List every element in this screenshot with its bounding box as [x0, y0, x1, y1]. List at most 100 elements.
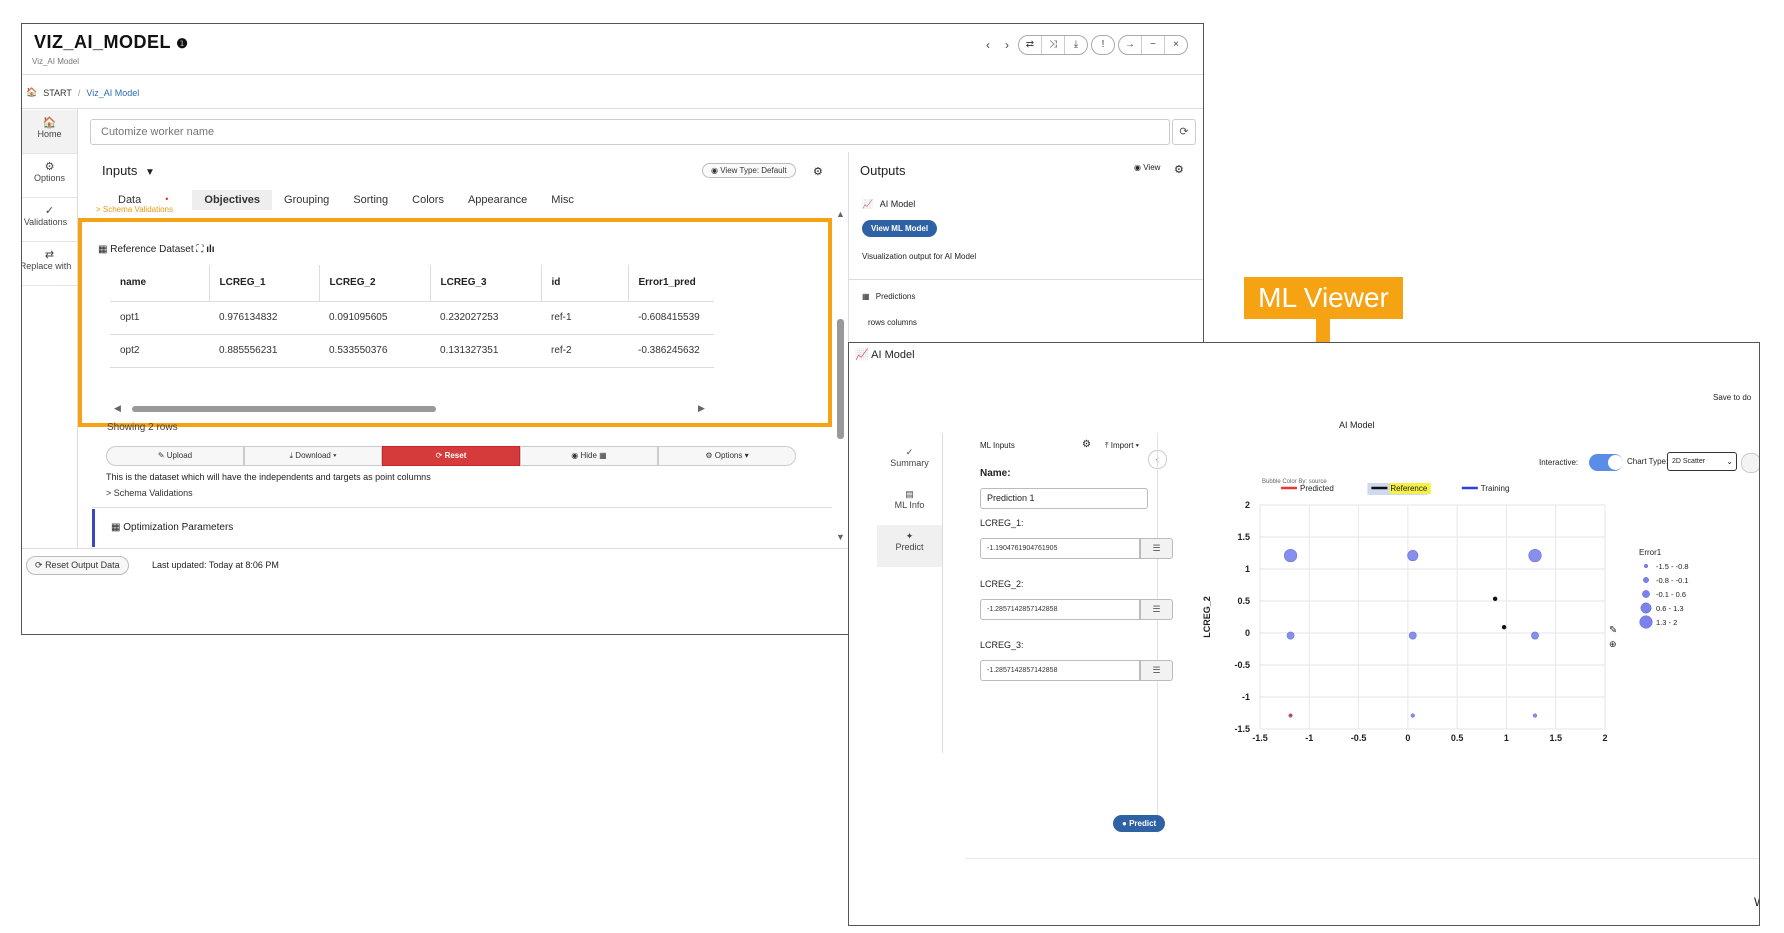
view-ml-model-button[interactable]: View ML Model [862, 220, 938, 237]
lcreg1-label: LCREG_1: [980, 518, 1024, 528]
download-button[interactable]: ⤓ Download ▾ [244, 446, 382, 466]
chevron-down-icon: ⌄ [1726, 457, 1733, 466]
hide-button[interactable]: ◉ Hide ▦ [520, 446, 658, 466]
gear-icon[interactable]: ⚙ [1174, 163, 1184, 176]
scroll-up-icon[interactable]: ▲ [836, 209, 845, 219]
forward-icon[interactable]: › [999, 38, 1015, 52]
reset-button[interactable]: ⟳ Reset [382, 446, 520, 466]
lcreg3-input[interactable]: -1.2857142857142858 [980, 660, 1140, 681]
nav-options[interactable]: ⚙ Options [22, 154, 77, 198]
tab-grouping[interactable]: Grouping [272, 190, 341, 210]
nav-validations[interactable]: ✓ Validations [22, 198, 77, 242]
tab-objectives[interactable]: Objectives [192, 190, 273, 210]
lcreg2-input[interactable]: -1.2857142857142858 [980, 599, 1140, 620]
nav-ml-info[interactable]: ▤ ML Info [877, 483, 942, 525]
check-icon: ✓ [905, 447, 914, 457]
scatter-point[interactable] [1532, 713, 1538, 718]
size-legend-title: Error1 [1639, 548, 1662, 557]
scatter-point[interactable] [1283, 548, 1298, 563]
scatter-point[interactable] [1410, 713, 1415, 718]
predictions-label: Predictions [875, 292, 916, 301]
back-icon[interactable]: ‹ [980, 38, 996, 52]
scatter-point[interactable] [1531, 631, 1539, 640]
legend-label[interactable]: Training [1481, 484, 1510, 493]
tab-misc[interactable]: Misc [539, 190, 586, 210]
info-icon[interactable]: ❶ [176, 36, 188, 51]
interactive-toggle[interactable] [1589, 454, 1623, 471]
predict-button[interactable]: ● Predict [1113, 815, 1166, 832]
scatter-chart[interactable]: Predicted Reference Training -1.5 -1 -0.5 0 0.5… [1149, 483, 1760, 753]
minimize-icon[interactable]: − [1142, 36, 1165, 54]
download-icon[interactable]: ⤓ [1065, 36, 1087, 54]
scatter-point[interactable] [1408, 631, 1417, 640]
ai-model-output[interactable]: 📈 AI Model [862, 199, 915, 210]
nav-summary[interactable]: ✓ Summary [877, 441, 942, 483]
zoom-icon[interactable]: ⊕ [1609, 639, 1617, 649]
scatter-point[interactable] [1501, 624, 1507, 630]
import-button[interactable]: ⤒ Import ▾ [1105, 441, 1139, 451]
inputs-title-text: Inputs [102, 163, 138, 178]
nav-predict[interactable]: ✦ Predict [877, 525, 942, 567]
view-button[interactable]: ◉ View [1134, 163, 1160, 172]
view-type-button[interactable]: ◉ View Type: Default [702, 163, 796, 178]
reset-output-data-button[interactable]: ⟳ Reset Output Data [26, 556, 129, 575]
breadcrumb-home[interactable]: START [43, 88, 72, 98]
home-icon: 🏠 [42, 117, 57, 129]
refresh-icon: ⟳ [35, 560, 43, 570]
tab-sorting[interactable]: Sorting [341, 190, 400, 210]
scatter-point[interactable] [1528, 548, 1542, 563]
alert-icon[interactable]: ! [1092, 36, 1114, 54]
refresh-icon: ⟳ [1179, 126, 1189, 138]
predict-label: Predict [1129, 819, 1157, 828]
worker-name-input[interactable] [90, 119, 1170, 145]
scatter-point[interactable] [1289, 713, 1293, 717]
scatter-point[interactable] [1407, 550, 1419, 562]
upload-button[interactable]: ✎ Upload [106, 446, 244, 466]
legend-label[interactable]: Reference [1390, 484, 1427, 493]
btn-label: Hide ▦ [580, 451, 607, 460]
arrow-right-icon[interactable]: → [1119, 36, 1142, 54]
ml-nav: ✓ Summary ▤ ML Info ✦ Predict [877, 441, 942, 567]
nav-replace-with[interactable]: ⇄ Replace with [22, 242, 77, 286]
nav-home[interactable]: 🏠 Home [22, 110, 77, 154]
scroll-down-icon[interactable]: ▼ [836, 532, 845, 542]
vertical-scrollbar[interactable]: ▲ ▼ [834, 209, 846, 554]
y-tick-label: 0.5 [1237, 596, 1250, 606]
scroll-thumb[interactable] [837, 319, 844, 439]
chart-type-select[interactable]: 2D Scatter ⌄ [1667, 452, 1737, 471]
predictions-output[interactable]: ▦ Predictions [862, 292, 915, 301]
inputs-title: Inputs ▼ [102, 163, 155, 178]
lcreg1-input[interactable]: -1.1904761904761905 [980, 538, 1140, 559]
gear-icon[interactable]: ⚙ [1082, 439, 1091, 450]
refresh-button[interactable]: ⟳ [1172, 119, 1196, 145]
breadcrumb: 🏠 START / Viz_AI Model [26, 87, 139, 98]
optimization-parameters-section[interactable]: ▦ Optimization Parameters [92, 509, 832, 547]
shuffle-icon[interactable]: ⤨ [1042, 36, 1065, 54]
window-subtitle: Viz_AI Model [32, 57, 79, 66]
prediction-name-input[interactable]: Prediction 1 [980, 488, 1148, 509]
size-legend-label: -1.5 - -0.8 [1656, 562, 1689, 571]
close-icon[interactable]: × [1165, 36, 1187, 54]
tab-appearance[interactable]: Appearance [456, 190, 539, 210]
tab-colors[interactable]: Colors [400, 190, 456, 210]
filter-icon[interactable]: ▼ [145, 167, 155, 178]
chart-options-button[interactable] [1741, 453, 1759, 473]
nav-label: Predict [895, 542, 924, 552]
schema-validations-link[interactable]: > Schema Validations [96, 205, 173, 214]
divider [92, 507, 832, 508]
swap-icon[interactable]: ⇄ [1019, 36, 1042, 54]
home-icon: 🏠 [26, 87, 38, 97]
scatter-point[interactable] [1286, 631, 1295, 640]
breadcrumb-current[interactable]: Viz_AI Model [86, 88, 139, 98]
schema-validations-toggle[interactable]: > Schema Validations [106, 488, 193, 498]
gear-icon[interactable]: ⚙ [813, 165, 823, 178]
rows-columns-info: rows columns [868, 318, 917, 327]
save-link[interactable]: Save to do [1713, 393, 1751, 402]
pencil-icon[interactable]: ✎ [1609, 625, 1617, 636]
upload-icon: ⤒ [1105, 441, 1109, 450]
view-label: View [1143, 163, 1161, 172]
scatter-point[interactable] [1492, 596, 1498, 602]
ml-title-text: AI Model [871, 349, 915, 361]
legend-label[interactable]: Predicted [1300, 484, 1334, 493]
options-button[interactable]: ⚙ Options ▾ [658, 446, 796, 466]
